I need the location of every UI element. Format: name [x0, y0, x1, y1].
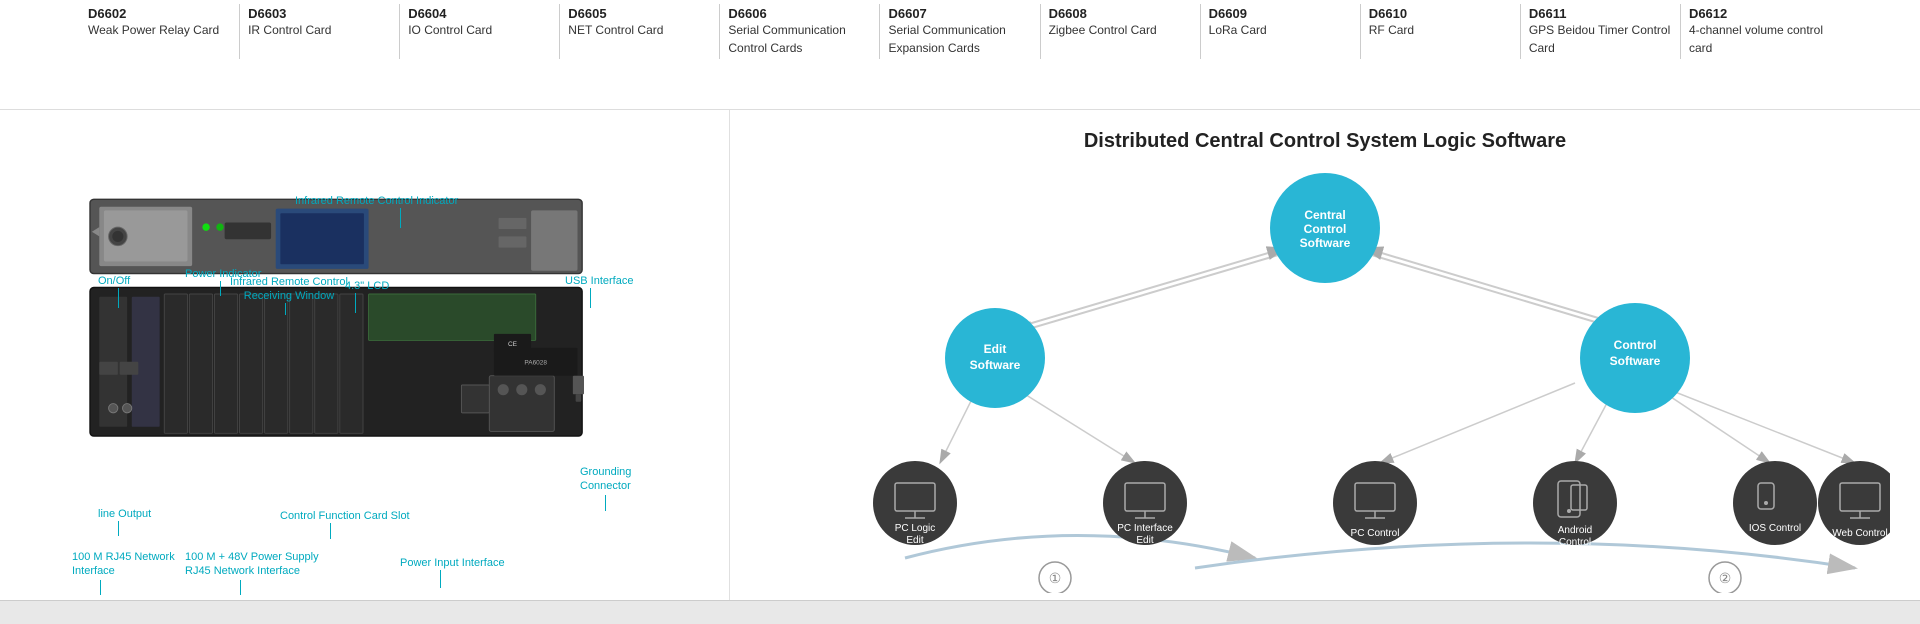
product-name: NET Control Card	[568, 23, 663, 37]
product-item: D6607 Serial Communication Expansion Car…	[880, 4, 1040, 59]
product-name: Zigbee Control Card	[1049, 23, 1157, 37]
svg-text:Control: Control	[1559, 537, 1591, 548]
product-item: D6610 RF Card	[1361, 4, 1521, 59]
svg-text:Software: Software	[1610, 354, 1661, 368]
svg-text:Android: Android	[1558, 525, 1592, 536]
svg-text:Edit: Edit	[984, 342, 1007, 356]
ir-window-label: Infrared Remote ControlReceiving Window	[230, 275, 348, 304]
grounding-line	[605, 495, 606, 511]
product-code: D6605	[568, 6, 711, 21]
line-output-label: line Output	[98, 508, 151, 520]
product-name: RF Card	[1369, 23, 1414, 37]
product-code: D6610	[1369, 6, 1512, 21]
product-code: D6608	[1049, 6, 1192, 21]
bottom-strip	[0, 600, 1920, 624]
power-indicator-line	[220, 281, 221, 296]
svg-text:PC Interface: PC Interface	[1117, 523, 1173, 534]
product-table: D6602 Weak Power Relay Card D6603 IR Con…	[0, 0, 1920, 110]
diagram-wrapper: PA6028 CE Infrared Remote Control Indica…	[10, 120, 730, 590]
product-code: D6606	[728, 6, 871, 21]
line-output-line	[118, 521, 119, 536]
product-code: D6603	[248, 6, 391, 21]
product-code: D6602	[88, 6, 231, 21]
right-diagram: Distributed Central Control System Logic…	[730, 110, 1920, 600]
middle-section: PA6028 CE Infrared Remote Control Indica…	[0, 110, 1920, 600]
product-code: D6612	[1689, 6, 1832, 21]
infrared-indicator-line	[400, 208, 401, 228]
product-item: D6609 LoRa Card	[1201, 4, 1361, 59]
svg-text:Edit: Edit	[906, 535, 923, 546]
usb-line	[590, 288, 591, 308]
lcd-line	[355, 293, 356, 313]
product-item: D6603 IR Control Card	[240, 4, 400, 59]
device-illustration: PA6028 CE	[70, 190, 630, 450]
product-code: D6607	[888, 6, 1031, 21]
infrared-indicator-label: Infrared Remote Control Indicator	[295, 195, 458, 207]
product-name: GPS Beidou Timer Control Card	[1529, 23, 1670, 55]
on-off-label: On/Off	[98, 275, 130, 287]
svg-text:IOS Control: IOS Control	[1749, 523, 1801, 534]
svg-text:PC Logic: PC Logic	[895, 523, 936, 534]
svg-text:PA6028: PA6028	[524, 360, 547, 367]
logic-diagram: ① ② Central Control Software Edit Softwa…	[760, 173, 1890, 593]
power-input-label: Power Input Interface	[400, 557, 505, 569]
right-title: Distributed Central Control System Logic…	[760, 130, 1890, 153]
svg-text:Central: Central	[1304, 208, 1345, 222]
on-off-line	[118, 288, 119, 308]
svg-text:②: ②	[1719, 570, 1732, 586]
product-name: Serial Communication Expansion Cards	[888, 23, 1005, 55]
product-item: D6612 4-channel volume control card	[1681, 4, 1840, 59]
control-slot-line	[330, 523, 331, 539]
svg-text:①: ①	[1049, 570, 1062, 586]
left-diagram: PA6028 CE Infrared Remote Control Indica…	[0, 110, 730, 600]
rj45-line	[100, 580, 101, 595]
product-name: Weak Power Relay Card	[88, 23, 219, 37]
product-grid: D6602 Weak Power Relay Card D6603 IR Con…	[80, 4, 1840, 59]
product-name: 4-channel volume control card	[1689, 23, 1823, 55]
product-name: Serial Communication Control Cards	[728, 23, 845, 55]
lcd-label: 4.3" LCD	[345, 280, 389, 292]
power-input-line	[440, 570, 441, 588]
svg-text:Software: Software	[970, 358, 1021, 372]
svg-text:CE: CE	[508, 341, 518, 348]
ir-window-line	[285, 303, 286, 315]
svg-text:Edit: Edit	[1136, 535, 1153, 546]
product-code: D6609	[1209, 6, 1352, 21]
power-rj45-label: 100 M + 48V Power SupplyRJ45 Network Int…	[185, 550, 319, 579]
rj45-label: 100 M RJ45 NetworkInterface	[72, 550, 175, 579]
power-rj45-line	[240, 580, 241, 595]
product-item: D6606 Serial Communication Control Cards	[720, 4, 880, 59]
product-name: IO Control Card	[408, 23, 492, 37]
product-code: D6604	[408, 6, 551, 21]
product-item: D6611 GPS Beidou Timer Control Card	[1521, 4, 1681, 59]
product-code: D6611	[1529, 6, 1672, 21]
svg-text:Control: Control	[1614, 338, 1657, 352]
product-item: D6605 NET Control Card	[560, 4, 720, 59]
product-name: IR Control Card	[248, 23, 331, 37]
svg-text:Software: Software	[1300, 236, 1351, 250]
svg-text:Web Control: Web Control	[1832, 528, 1887, 539]
logic-svg: ① ② Central Control Software Edit Softwa…	[760, 173, 1890, 593]
svg-text:PC Control: PC Control	[1351, 528, 1400, 539]
svg-text:Control: Control	[1304, 222, 1347, 236]
product-item: D6608 Zigbee Control Card	[1041, 4, 1201, 59]
product-item: D6602 Weak Power Relay Card	[80, 4, 240, 59]
product-name: LoRa Card	[1209, 23, 1267, 37]
product-item: D6604 IO Control Card	[400, 4, 560, 59]
grounding-label: GroundingConnector	[580, 465, 631, 494]
control-slot-label: Control Function Card Slot	[280, 510, 410, 522]
usb-label: USB Interface	[565, 275, 633, 287]
